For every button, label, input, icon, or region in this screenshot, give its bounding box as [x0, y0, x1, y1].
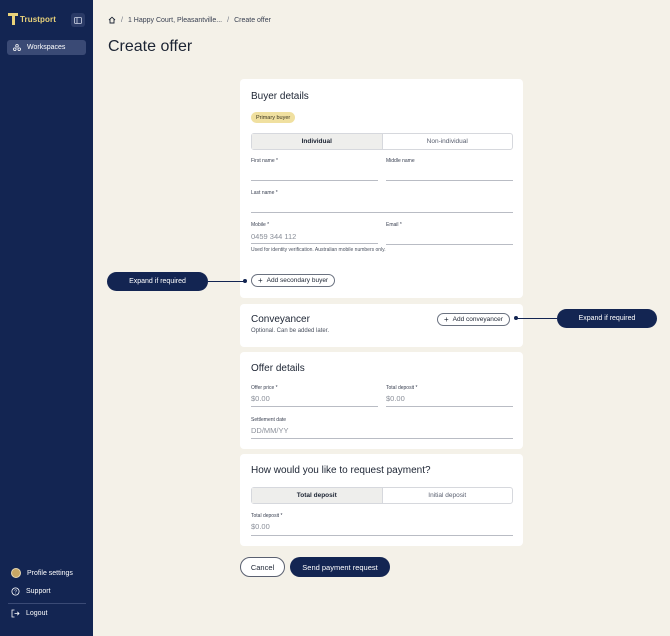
offer-details-title: Offer details [251, 363, 305, 374]
sidebar-item-label: Logout [26, 610, 48, 617]
last-name-input[interactable] [251, 212, 513, 213]
total-deposit-input[interactable]: $0.00 [386, 394, 405, 403]
callout-connector-right [516, 318, 557, 319]
add-conveyancer-label: Add conveyancer [452, 316, 503, 323]
payment-deposit-input[interactable]: $0.00 [251, 522, 270, 531]
total-deposit-label: Total deposit * [386, 385, 418, 391]
sidebar-toggle-icon [74, 16, 82, 24]
settlement-date-input[interactable]: DD/MM/YY [251, 426, 289, 435]
middle-name-input[interactable] [386, 180, 513, 181]
payment-type-toggle: Total deposit Initial deposit [251, 487, 513, 504]
mobile-underline [251, 243, 378, 244]
send-payment-request-button[interactable]: Send payment request [290, 557, 390, 577]
primary-buyer-badge: Primary buyer [251, 112, 296, 123]
offer-price-label: Offer price * [251, 385, 278, 391]
breadcrumb-separator: / [227, 16, 230, 24]
sidebar-item-label: Support [26, 588, 51, 595]
help-icon: ? [11, 587, 20, 596]
brand-logo[interactable]: Trustport [8, 13, 56, 25]
payment-request-title: How would you like to request payment? [251, 465, 431, 476]
conveyancer-title: Conveyancer [251, 314, 310, 325]
callout-dot-right [514, 316, 518, 320]
expand-callout-left: Expand if required [107, 272, 208, 291]
sidebar-item-label: Profile settings [27, 569, 73, 577]
total-deposit-underline [386, 406, 513, 407]
breadcrumb-separator: / [121, 16, 123, 24]
callout-dot-left [243, 279, 247, 283]
sidebar-item-profile-settings[interactable]: Profile settings [11, 568, 73, 578]
workspaces-icon [13, 44, 21, 51]
buyer-details-title: Buyer details [251, 91, 309, 102]
last-name-label: Last name * [251, 190, 278, 196]
sidebar-item-workspaces[interactable]: Workspaces [7, 40, 86, 55]
trustport-logo-icon [8, 13, 18, 25]
avatar [11, 568, 21, 578]
buyer-details-card: Buyer details Primary buyer Individual N… [240, 79, 523, 298]
sidebar-item-logout[interactable]: Logout [11, 609, 47, 618]
sidebar-item-support[interactable]: ? Support [11, 587, 51, 596]
payment-request-card: How would you like to request payment? T… [240, 454, 523, 546]
middle-name-label: Middle name [386, 158, 415, 164]
mobile-hint: Used for identity verification. Australi… [251, 247, 386, 253]
brand-name: Trustport [20, 14, 57, 24]
first-name-input[interactable] [251, 180, 378, 181]
buyer-type-non-individual[interactable]: Non-individual [383, 134, 513, 149]
email-input[interactable] [386, 244, 513, 245]
buyer-type-individual[interactable]: Individual [252, 134, 383, 149]
settlement-date-underline [251, 438, 513, 439]
mobile-label: Mobile * [251, 222, 270, 228]
first-name-label: First name * [251, 158, 278, 164]
offer-details-card: Offer details Offer price * $0.00 Total … [240, 352, 523, 449]
sidebar-item-label: Workspaces [27, 44, 66, 51]
settlement-date-label: Settlement date [251, 417, 287, 423]
logout-icon [11, 609, 20, 618]
sidebar-divider [8, 603, 86, 604]
add-secondary-buyer-button[interactable]: + Add secondary buyer [251, 274, 336, 287]
buyer-type-toggle: Individual Non-individual [251, 133, 513, 150]
offer-price-underline [251, 406, 378, 407]
email-label: Email * [386, 222, 402, 228]
collapse-sidebar-button[interactable] [71, 13, 85, 27]
mobile-input[interactable]: 0459 344 112 [251, 232, 296, 241]
payment-type-total-deposit[interactable]: Total deposit [252, 488, 383, 503]
breadcrumb-address-link[interactable]: 1 Happy Court, Pleasantville... [128, 17, 222, 24]
conveyancer-card: Conveyancer Optional. Can be added later… [240, 304, 523, 347]
offer-price-input[interactable]: $0.00 [251, 394, 270, 403]
expand-callout-right: Expand if required [557, 309, 657, 328]
page-title: Create offer [108, 38, 193, 55]
svg-text:?: ? [14, 589, 17, 595]
plus-icon: + [444, 314, 449, 324]
payment-deposit-underline [251, 535, 513, 536]
plus-icon: + [258, 275, 263, 285]
home-icon[interactable] [108, 16, 116, 24]
breadcrumb: / 1 Happy Court, Pleasantville... / Crea… [108, 16, 271, 24]
cancel-button[interactable]: Cancel [240, 557, 285, 577]
sidebar: Trustport Workspaces Profile settings ? … [0, 0, 93, 636]
callout-connector-left [208, 281, 245, 282]
add-conveyancer-button[interactable]: + Add conveyancer [437, 313, 510, 326]
add-secondary-buyer-label: Add secondary buyer [266, 277, 329, 284]
payment-type-initial-deposit[interactable]: Initial deposit [383, 488, 513, 503]
breadcrumb-current: Create offer [234, 16, 271, 24]
payment-deposit-label: Total deposit * [251, 513, 283, 519]
conveyancer-subtitle: Optional. Can be added later. [251, 328, 330, 334]
